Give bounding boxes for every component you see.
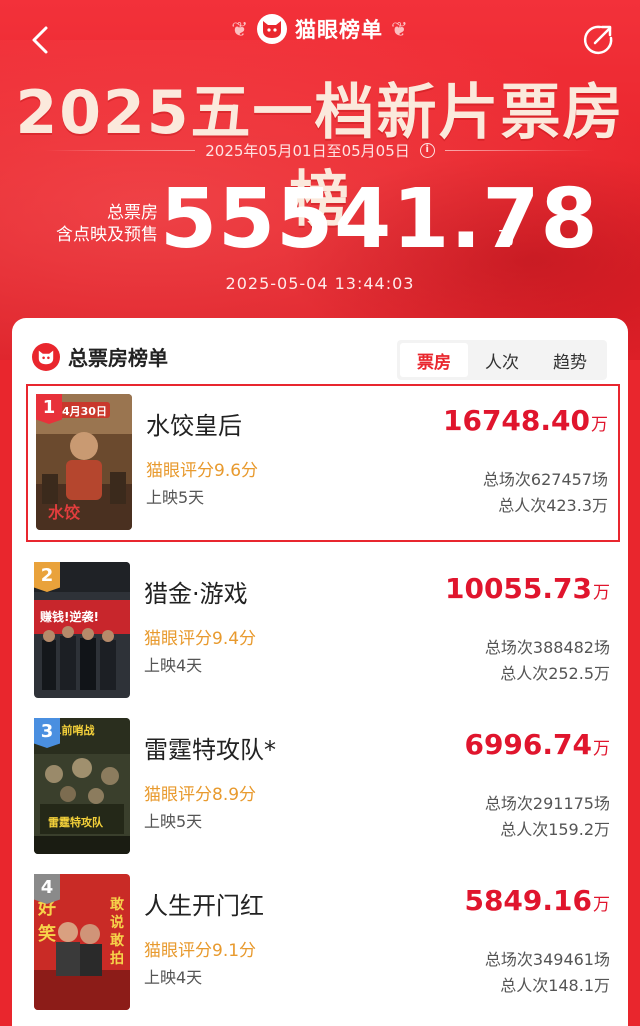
release-days: 上映5天 [146, 488, 205, 507]
brand-header: ❦ 猫眼榜单 ❦ [0, 12, 640, 46]
box-office-number: 16748.40 [442, 404, 590, 437]
info-icon[interactable]: i [419, 143, 435, 158]
total-label: 总票房 含点映及预售 [40, 202, 158, 246]
box-office-unit: 万 [593, 739, 610, 759]
maoyan-cat-icon [257, 14, 287, 44]
total-shows: 总场次291175场 [484, 794, 610, 813]
rank-badge: 4 [34, 874, 60, 904]
maoyan-cat-icon [32, 342, 60, 371]
movie-rating: 猫眼评分9.1分 [144, 941, 257, 961]
box-office-value: 5849.16万 [464, 884, 610, 917]
total-viewers: 总人次252.5万 [500, 664, 610, 683]
total-viewers: 总人次423.3万 [498, 496, 608, 515]
rank-badge: 1 [36, 394, 62, 424]
box-office-value: 16748.40万 [443, 404, 608, 437]
movie-title[interactable]: 猎金·游戏 [144, 574, 248, 609]
total-viewers: 总人次148.1万 [500, 976, 610, 995]
movie-row[interactable]: 4 好 笑 敢说敢拍 人生开门红 猫眼评分9.1分 上映4天 5849.16万 … [26, 866, 620, 1024]
total-viewers: 总人次159.2万 [500, 820, 610, 839]
rank-badge: 3 [34, 718, 60, 748]
total-label-sub: 含点映及预售 [56, 225, 158, 245]
box-office-unit: 万 [591, 415, 608, 435]
poster-caption: 雷霆特攻队 [48, 816, 103, 829]
movie-row[interactable]: 1 水饺 4月30日 水饺皇后 猫眼评分9.6分 上映5天 16748.40万 … [26, 384, 620, 542]
total-unit: 万 [498, 228, 516, 249]
ranking-title: 总票房榜单 [68, 346, 168, 370]
total-shows: 总场次349461场 [484, 950, 610, 969]
total-shows: 总场次627457场 [482, 470, 608, 489]
tab-trend[interactable]: 趋势 [536, 343, 604, 377]
svg-text:笑: 笑 [38, 923, 56, 945]
ranking-tabs: 票房 人次 趋势 [397, 340, 607, 380]
laurel-right-icon: ❦ [391, 17, 409, 41]
tab-box-office[interactable]: 票房 [400, 343, 468, 377]
svg-text:水饺: 水饺 [48, 503, 81, 522]
box-office-unit: 万 [593, 583, 610, 603]
box-office-number: 5849.16 [464, 884, 592, 917]
movie-title[interactable]: 水饺皇后 [146, 406, 242, 441]
rank-badge: 2 [34, 562, 60, 592]
poster-caption: 4月30日 [62, 405, 107, 418]
box-office-number: 6996.74 [464, 728, 592, 761]
movie-title[interactable]: 雷霆特攻队* [144, 730, 276, 765]
poster-caption: 赚钱!逆袭! [40, 610, 99, 624]
box-office-number: 10055.73 [444, 572, 592, 605]
release-days: 上映4天 [144, 656, 203, 675]
poster-caption: 敢说敢拍 [110, 897, 124, 967]
movie-rating: 猫眼评分9.6分 [146, 461, 259, 481]
laurel-left-icon: ❦ [231, 17, 249, 41]
divider-right [444, 150, 595, 151]
tab-viewers[interactable]: 人次 [468, 343, 536, 377]
divider-left [45, 150, 196, 151]
release-days: 上映5天 [144, 812, 203, 831]
ranking-card: 总票房榜单 票房 人次 趋势 1 水饺 4月30日 水饺皇后 猫眼评分9.6分 … [12, 318, 628, 1026]
total-label-main: 总票房 [107, 203, 158, 223]
update-timestamp: 2025-05-04 13:44:03 [225, 274, 415, 293]
movie-rating: 猫眼评分9.4分 [144, 629, 257, 649]
brand-name: 猫眼榜单 [295, 18, 383, 42]
date-range: 2025年05月01日至05月05日 [205, 142, 410, 160]
share-button[interactable] [580, 22, 616, 58]
movie-title[interactable]: 人生开门红 [144, 886, 264, 921]
date-range-row: 2025年05月01日至05月05日 i [0, 140, 640, 161]
movie-row[interactable]: 3 5.1前哨战 雷霆特攻队 雷霆特攻队* 猫眼评分8.9分 上映5天 6996… [26, 710, 620, 868]
box-office-value: 10055.73万 [445, 572, 610, 605]
release-days: 上映4天 [144, 968, 203, 987]
share-icon [583, 25, 613, 55]
ranking-header: 总票房榜单 [32, 342, 168, 371]
box-office-value: 6996.74万 [464, 728, 610, 761]
total-shows: 总场次388482场 [484, 638, 610, 657]
total-box-office: 55541.78 [160, 172, 599, 267]
movie-row[interactable]: 2 赚钱!逆袭! 猎金·游戏 猫眼评分9.4分 上映4天 10055.73万 总… [26, 554, 620, 712]
box-office-unit: 万 [593, 895, 610, 915]
movie-rating: 猫眼评分8.9分 [144, 785, 257, 805]
